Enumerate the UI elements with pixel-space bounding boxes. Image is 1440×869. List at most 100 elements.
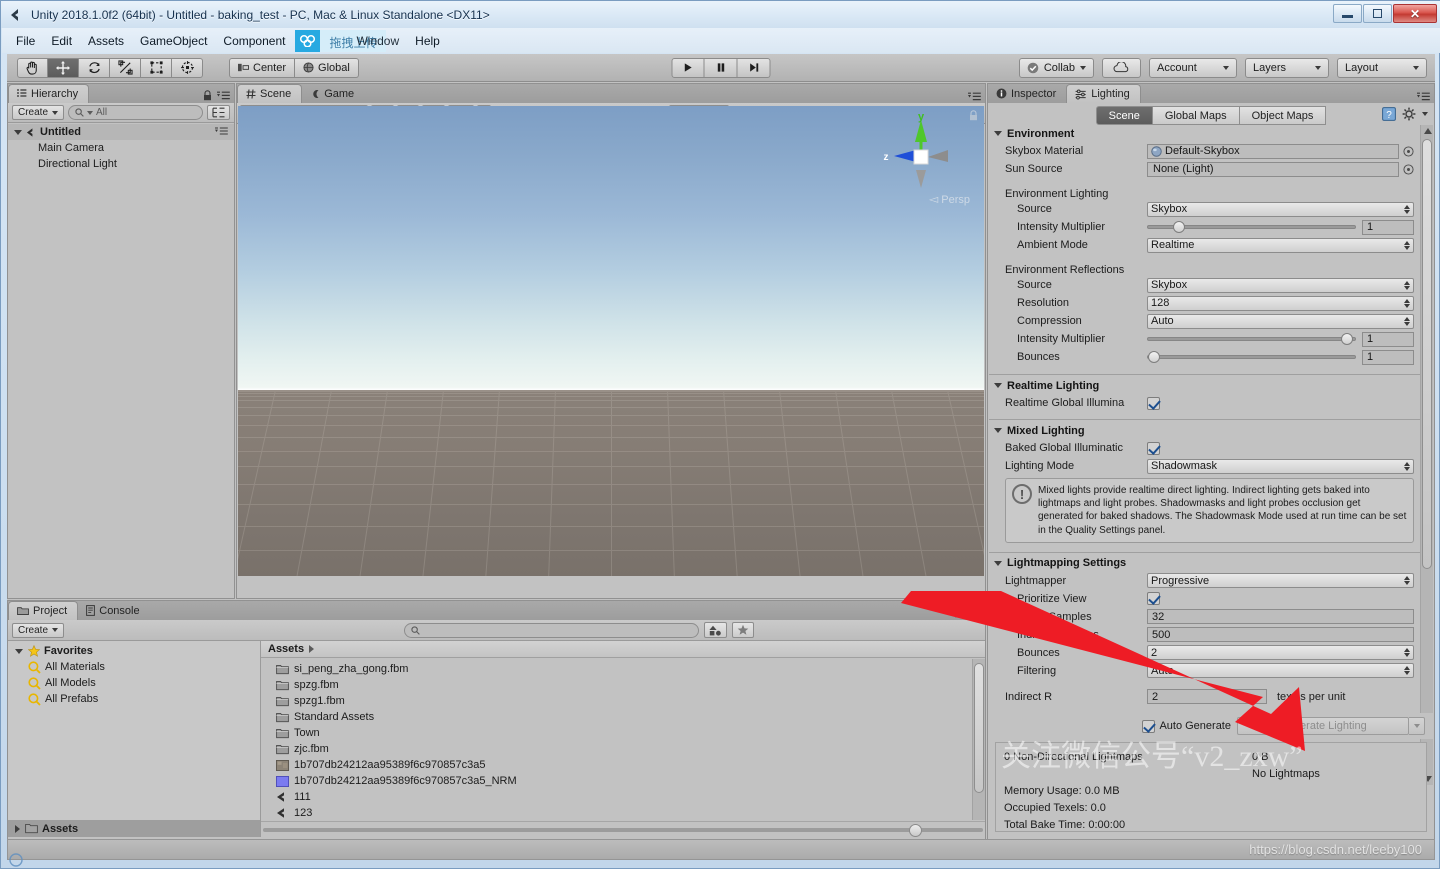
hierarchy-create-button[interactable]: Create [12,105,65,120]
rect-tool-button[interactable] [141,57,172,78]
project-assets-root-row[interactable]: Assets [8,820,260,837]
account-button[interactable]: Account [1149,57,1237,78]
layout-button[interactable]: Layout [1337,57,1427,78]
favorites-root-row[interactable]: Favorites [8,643,260,659]
chevron-down-icon[interactable] [1422,112,1428,116]
step-button[interactable] [737,57,771,78]
menu-file[interactable]: File [8,31,43,51]
scene-projection-label[interactable]: ◅ Persp [929,192,970,206]
project-search-input[interactable] [404,622,700,638]
generate-lighting-button[interactable]: Generate Lighting [1237,717,1409,735]
hierarchy-item-main-camera[interactable]: Main Camera [8,140,234,156]
favorite-all-prefabs[interactable]: All Prefabs [8,691,260,707]
project-filter-label-button[interactable] [732,622,755,638]
tab-inspector[interactable]: Inspector [988,84,1067,103]
menu-component[interactable]: Component [215,31,293,51]
refl-bounces-slider[interactable] [1147,351,1356,363]
asset-row[interactable]: spzg.fbm [261,677,985,693]
lightmapper-dropdown[interactable]: Progressive [1147,573,1414,589]
filtering-dropdown[interactable]: Auto [1147,663,1414,679]
triangle-right-icon[interactable] [15,824,20,833]
favorite-all-models[interactable]: All Models [8,675,260,691]
scene-lock-icon[interactable] [969,110,978,124]
env-source-dropdown[interactable]: Skybox [1147,201,1414,217]
close-button[interactable]: ✕ [1393,4,1437,23]
asset-row[interactable]: spzg1.fbm [261,693,985,709]
subtab-object-maps[interactable]: Object Maps [1239,106,1327,125]
baked-gi-checkbox[interactable] [1147,441,1160,455]
scale-tool-button[interactable] [110,57,141,78]
skybox-material-field[interactable]: Default-Skybox [1147,143,1399,159]
indirect-samples-input[interactable]: 500 [1147,627,1414,643]
generate-lighting-dropdown[interactable] [1409,717,1425,735]
space-mode-button[interactable]: Global [295,57,359,78]
lighting-scrollbar[interactable] [1420,125,1433,785]
hierarchy-scene-row[interactable]: Untitled [8,124,234,140]
realtime-gi-checkbox[interactable] [1147,396,1160,410]
auto-generate-checkbox[interactable] [1142,719,1156,733]
hierarchy-item-directional-light[interactable]: Directional Light [8,156,234,172]
lighting-mode-dropdown[interactable]: Shadowmask [1147,458,1414,474]
asset-row[interactable]: Town [261,725,985,741]
tab-lighting[interactable]: Lighting [1066,84,1141,103]
hand-tool-button[interactable] [17,57,48,78]
scrollbar-thumb[interactable] [974,663,984,793]
tab-project[interactable]: Project [8,601,79,620]
asset-row[interactable]: 1b707db24212aa95389f6c970857c3a5_NRM [261,773,985,789]
tab-hierarchy[interactable]: Hierarchy [8,84,90,103]
menu-gameobject[interactable]: GameObject [132,31,215,51]
refl-intensity-value[interactable]: 1 [1362,331,1414,347]
asset-row[interactable]: Standard Assets [261,709,985,725]
direct-samples-input[interactable]: 32 [1147,609,1414,625]
refl-intensity-slider[interactable] [1147,333,1356,345]
project-filter-type-button[interactable] [704,622,728,638]
transform-tool-button[interactable] [172,57,203,78]
collab-button[interactable]: Collab [1018,57,1094,78]
move-tool-button[interactable] [48,57,79,78]
minimize-button[interactable] [1333,4,1362,23]
asset-list-scrollbar[interactable] [972,659,985,820]
zoom-slider-handle[interactable] [909,824,922,837]
compression-dropdown[interactable]: Auto [1147,313,1414,329]
layers-button[interactable]: Layers [1245,57,1329,78]
indirect-resolution-input[interactable]: 2 [1147,689,1267,705]
section-realtime-lighting-header[interactable]: Realtime Lighting [989,377,1420,394]
breadcrumb-assets[interactable]: Assets [268,643,304,655]
menu-help[interactable]: Help [407,31,448,51]
subtab-global-maps[interactable]: Global Maps [1152,106,1240,125]
asset-row[interactable]: si_peng_zha_gong.fbm [261,661,985,677]
pivot-mode-button[interactable]: Center [229,57,296,78]
tab-game[interactable]: Game [302,84,365,103]
triangle-down-icon[interactable] [14,129,22,135]
tab-scene[interactable]: Scene [237,84,303,103]
refl-bounces-value[interactable]: 1 [1362,349,1414,365]
sun-source-field[interactable]: None (Light) [1147,161,1399,177]
hierarchy-sort-button[interactable] [207,105,230,120]
object-picker-icon[interactable] [1403,145,1414,157]
env-intensity-slider[interactable] [1147,221,1356,233]
asset-row[interactable]: zjc.fbm [261,741,985,757]
scroll-up-icon[interactable] [1424,128,1432,134]
menu-edit[interactable]: Edit [43,31,80,51]
refl-source-dropdown[interactable]: Skybox [1147,277,1414,293]
asset-row[interactable]: 111 [261,789,985,805]
subtab-scene[interactable]: Scene [1095,106,1153,125]
project-create-button[interactable]: Create [12,622,65,638]
maximize-restore-button[interactable] [1363,4,1392,23]
section-mixed-lighting-header[interactable]: Mixed Lighting [989,422,1420,439]
scrollbar-thumb[interactable] [1422,139,1432,569]
pause-button[interactable] [704,57,738,78]
cloud-services-button[interactable] [1102,57,1141,78]
play-button[interactable] [671,57,705,78]
menu-window[interactable]: Window [348,31,407,51]
object-picker-icon[interactable] [1403,163,1414,175]
triangle-down-icon[interactable] [15,648,23,654]
asset-row[interactable]: 123 [261,805,985,821]
menu-assets[interactable]: Assets [80,31,132,51]
scene-viewport[interactable]: y z ◅ Persp [238,106,984,576]
tab-console[interactable]: Console [78,601,150,620]
section-lightmapping-header[interactable]: Lightmapping Settings [989,555,1420,572]
asset-row[interactable]: 1b707db24212aa95389f6c970857c3a5 [261,757,985,773]
section-environment-header[interactable]: Environment [989,125,1420,142]
resolution-dropdown[interactable]: 128 [1147,295,1414,311]
